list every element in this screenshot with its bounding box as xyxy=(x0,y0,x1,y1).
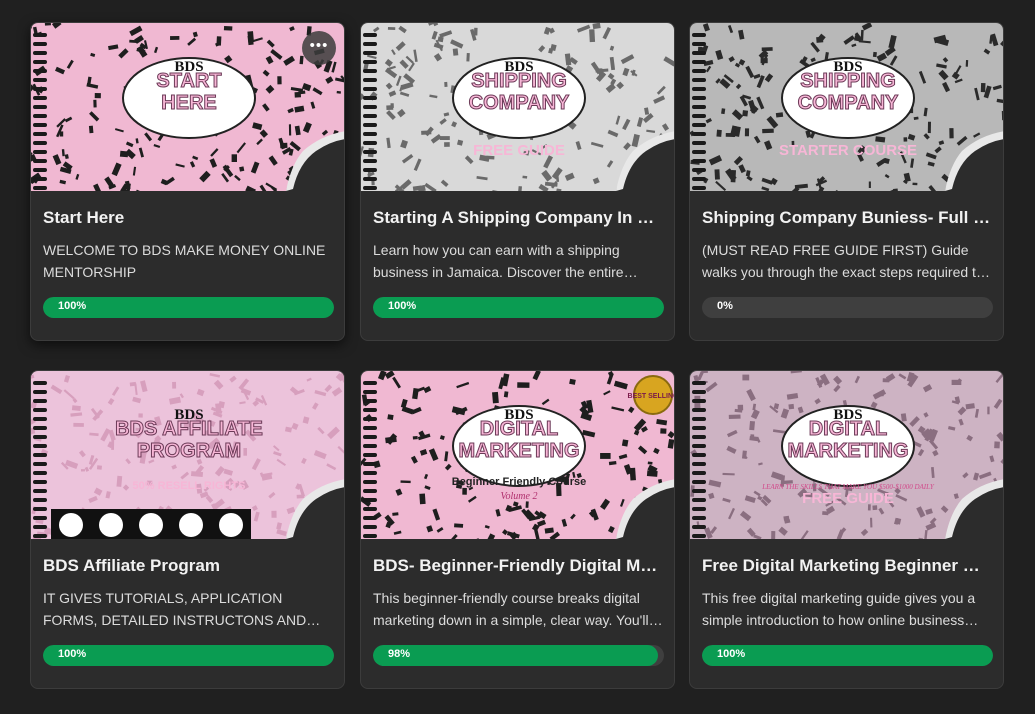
best-selling-badge: BEST SELLING xyxy=(628,393,675,400)
progress-bar: 98% xyxy=(373,645,664,666)
thumb-extra: LEARN THE SKILLS THAT MAKE YOU $500-$100… xyxy=(761,483,935,491)
thumb-title-line: START xyxy=(156,70,221,92)
course-card[interactable]: BDS SHIPPING COMPANY STARTER COURSE Shipp… xyxy=(689,22,1004,341)
course-card[interactable]: BDS START HERE ••• Start Here WELCOME TO BD… xyxy=(30,22,345,341)
thumb-subtitle: FREE GUIDE xyxy=(802,490,894,507)
thumb-subtitle: STARTER COURSE xyxy=(779,142,917,159)
course-thumbnail[interactable]: BDS DIGITAL MARKETING FREE GUIDE LEARN TH… xyxy=(690,371,1003,539)
course-title[interactable]: BDS Affiliate Program xyxy=(43,556,333,576)
thumb-title-line: SHIPPING xyxy=(471,70,567,92)
thumb-title-line: COMPANY xyxy=(798,92,899,114)
thumb-title-line: DIGITAL xyxy=(809,418,888,440)
progress-fill xyxy=(43,645,334,666)
progress-label: 100% xyxy=(717,648,746,660)
course-thumbnail[interactable]: BDS DIGITAL MARKETING Beginner Friendly C… xyxy=(361,371,675,539)
progress-fill xyxy=(373,297,664,318)
course-description: This beginner-friendly course breaks dig… xyxy=(373,590,649,628)
progress-label: 100% xyxy=(388,300,417,312)
progress-fill xyxy=(373,645,659,666)
progress-bar: 100% xyxy=(702,645,993,666)
ellipsis-icon[interactable]: ••• xyxy=(302,31,336,65)
course-description: (MUST READ FREE GUIDE FIRST) Guide walks… xyxy=(702,242,984,280)
course-thumbnail[interactable]: BDS BDS AFFILIATE PROGRAM 50% RESELL RIGH… xyxy=(31,371,344,539)
progress-fill xyxy=(702,645,993,666)
course-title[interactable]: Free Digital Marketing Beginner Guide xyxy=(702,556,992,576)
course-description: WELCOME TO BDS MAKE MONEY ONLINE MENTORS… xyxy=(43,242,326,280)
course-description: IT GIVES TUTORIALS, APPLICATION FORMS, D… xyxy=(43,590,307,628)
course-card[interactable]: BDS DIGITAL MARKETING FREE GUIDE LEARN TH… xyxy=(689,370,1004,689)
progress-fill xyxy=(43,297,334,318)
progress-bar: 100% xyxy=(43,645,334,666)
course-thumbnail[interactable]: BDS START HERE xyxy=(31,23,344,191)
course-thumbnail[interactable]: BDS SHIPPING COMPANY STARTER COURSE xyxy=(690,23,1003,191)
progress-label: 100% xyxy=(58,648,87,660)
thumb-subtitle: Beginner Friendly Course xyxy=(452,476,586,488)
course-card[interactable]: BDS SHIPPING COMPANY FREE GUIDE Starting … xyxy=(360,22,675,341)
thumb-title-line: PROGRAM xyxy=(137,440,241,462)
thumb-title-line: HERE xyxy=(161,92,217,114)
thumb-title-line: DIGITAL xyxy=(480,418,559,440)
thumb-title-line: BDS AFFILIATE xyxy=(115,418,263,440)
progress-bar: 100% xyxy=(43,297,334,318)
course-card[interactable]: BDS BDS AFFILIATE PROGRAM 50% RESELL RIGH… xyxy=(30,370,345,689)
progress-label: 100% xyxy=(58,300,87,312)
course-title[interactable]: Starting A Shipping Company In Jamaica xyxy=(373,208,663,228)
progress-label: 0% xyxy=(717,300,733,312)
course-description: This free digital marketing guide gives … xyxy=(702,590,976,628)
thumb-subtitle: FREE GUIDE xyxy=(473,142,565,159)
progress-bar: 100% xyxy=(373,297,664,318)
progress-bar: 0% xyxy=(702,297,993,318)
course-description: Learn how you can earn with a shipping b… xyxy=(373,242,624,280)
thumb-title-line: SHIPPING xyxy=(800,70,896,92)
thumb-title-line: MARKETING xyxy=(458,440,579,462)
course-card[interactable]: BDS DIGITAL MARKETING Beginner Friendly C… xyxy=(360,370,675,689)
thumb-title-line: MARKETING xyxy=(787,440,908,462)
course-thumbnail[interactable]: BDS SHIPPING COMPANY FREE GUIDE xyxy=(361,23,674,191)
thumb-extra: Volume 2 xyxy=(501,491,538,502)
thumb-subtitle: 50% RESELL RIGHTS xyxy=(133,480,246,492)
course-title[interactable]: Start Here xyxy=(43,208,333,228)
thumb-title-line: COMPANY xyxy=(469,92,570,114)
progress-label: 98% xyxy=(388,648,411,660)
course-title[interactable]: Shipping Company Buniess- Full Course xyxy=(702,208,992,228)
course-title[interactable]: BDS- Beginner-Friendly Digital Marketing xyxy=(373,556,663,576)
